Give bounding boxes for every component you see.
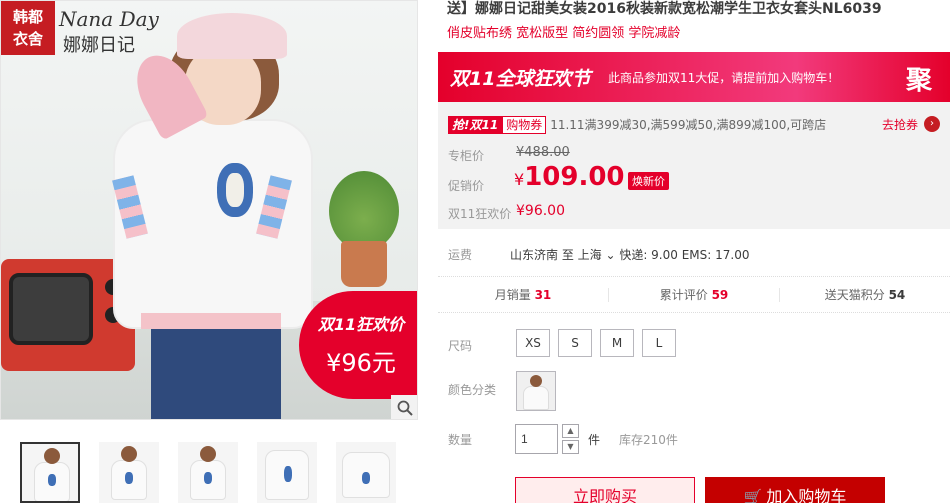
ju-logo: 聚: [906, 66, 933, 96]
model-hat: [177, 13, 287, 59]
quantity-decrease-button[interactable]: ▼: [562, 440, 579, 454]
brand-logo-box: 韩都 衣舍: [1, 1, 55, 55]
color-label: 颜色分类: [448, 383, 497, 397]
stat-monthly-sales: 月销量 31: [438, 287, 609, 302]
product-page: 韩都 衣舍 Nana Day 娜娜日记 双11狂欢价 ¥96元 送】娜娜日记甜美…: [0, 0, 950, 503]
promo-price-label: 促销价: [448, 179, 485, 193]
new-price-tag: 焕新价: [628, 172, 669, 190]
shipping-row: 运费 山东济南 至 上海 ⌄ 快递: 9.00 EMS: 17.00: [438, 238, 950, 268]
coupon-name: 购物券: [502, 116, 547, 134]
color-option[interactable]: [516, 371, 556, 411]
brand-name-cn: 娜娜日记: [63, 35, 135, 56]
badge-title: 双11狂欢价: [317, 315, 405, 334]
plant: [329, 171, 399, 251]
thumbnail-strip: [0, 442, 420, 503]
coupon-desc: 11.11满399减30,满599减50,满899减100,可跨店: [550, 118, 827, 132]
promo-price: ¥109.00: [514, 162, 625, 192]
cart-icon: 🛒: [743, 488, 763, 503]
badge-price: ¥96元: [326, 349, 396, 377]
stat-reviews[interactable]: 累计评价 59: [609, 287, 780, 302]
orig-price-label: 专柜价: [448, 149, 485, 163]
chevron-right-icon: ›: [924, 116, 940, 132]
quantity-input[interactable]: 1: [515, 424, 558, 454]
thumbnail-1[interactable]: [20, 442, 80, 503]
main-product-image[interactable]: 韩都 衣舍 Nana Day 娜娜日记 双11狂欢价 ¥96元: [0, 0, 418, 420]
double11-price-badge: 双11狂欢价 ¥96元: [299, 291, 417, 399]
size-options: XS S M L: [516, 329, 684, 357]
stat-points: 送天猫积分 54: [824, 287, 906, 302]
size-option-s[interactable]: S: [558, 329, 592, 357]
d11-price: ¥96.00: [516, 203, 565, 219]
add-to-cart-button[interactable]: 🛒 加入购物车: [705, 477, 885, 503]
size-option-m[interactable]: M: [600, 329, 634, 357]
thumbnail-3[interactable]: [178, 442, 238, 503]
model-jeans: [151, 329, 281, 419]
size-option-l[interactable]: L: [642, 329, 676, 357]
size-option-xs[interactable]: XS: [516, 329, 550, 357]
thumbnail-5[interactable]: [336, 442, 396, 503]
coupon-row: 抢!双11 购物券 11.11满399减30,满599减50,满899减100,可跨…: [448, 116, 948, 134]
thumbnail-2[interactable]: [99, 442, 159, 503]
double11-logo: 双11全球狂欢节: [450, 68, 591, 90]
price-panel: 抢!双11 购物券 11.11满399减30,满599减50,满899减100,可跨…: [438, 102, 950, 229]
sweater-patch: [217, 163, 253, 217]
shipping-label: 运费: [448, 248, 473, 262]
orig-price: ¥488.00: [516, 145, 570, 160]
plant-pot: [341, 241, 387, 287]
thumbnail-4[interactable]: [257, 442, 317, 503]
banner-notice: 此商品参加双11大促，请提前加入购物车！: [608, 71, 840, 85]
buy-now-button[interactable]: 立即购买: [515, 477, 695, 503]
coupon-tag: 抢!双11: [448, 116, 503, 134]
size-label: 尺码: [448, 339, 473, 353]
zoom-button[interactable]: [391, 395, 417, 419]
product-subtitle: 俏皮贴布绣 宽松版型 简约圆领 学院减龄: [447, 26, 681, 41]
shipping-info[interactable]: 山东济南 至 上海 ⌄ 快递: 9.00 EMS: 17.00: [510, 246, 749, 263]
magnifier-icon: [397, 400, 413, 416]
stats-bar: 月销量 31 累计评价 59 送天猫积分 54: [438, 276, 950, 313]
stock-count: 库存210件: [619, 433, 678, 447]
quantity-label: 数量: [448, 433, 473, 447]
quantity-unit: 件: [588, 433, 601, 447]
get-coupon-link[interactable]: 去抢券 ›: [882, 116, 940, 134]
d11-price-label: 双11狂欢价: [448, 207, 512, 221]
product-title: 送】娜娜日记甜美女装2016秋装新款宽松潮学生卫衣女套头NL6039: [447, 1, 882, 17]
image-gallery: 韩都 衣舍 Nana Day 娜娜日记 双11狂欢价 ¥96元: [0, 0, 420, 503]
quantity-increase-button[interactable]: ▲: [562, 424, 579, 438]
brand-name-en: Nana Day: [59, 7, 159, 31]
double11-banner[interactable]: 双11全球狂欢节 此商品参加双11大促，请提前加入购物车！ 聚: [438, 52, 950, 102]
